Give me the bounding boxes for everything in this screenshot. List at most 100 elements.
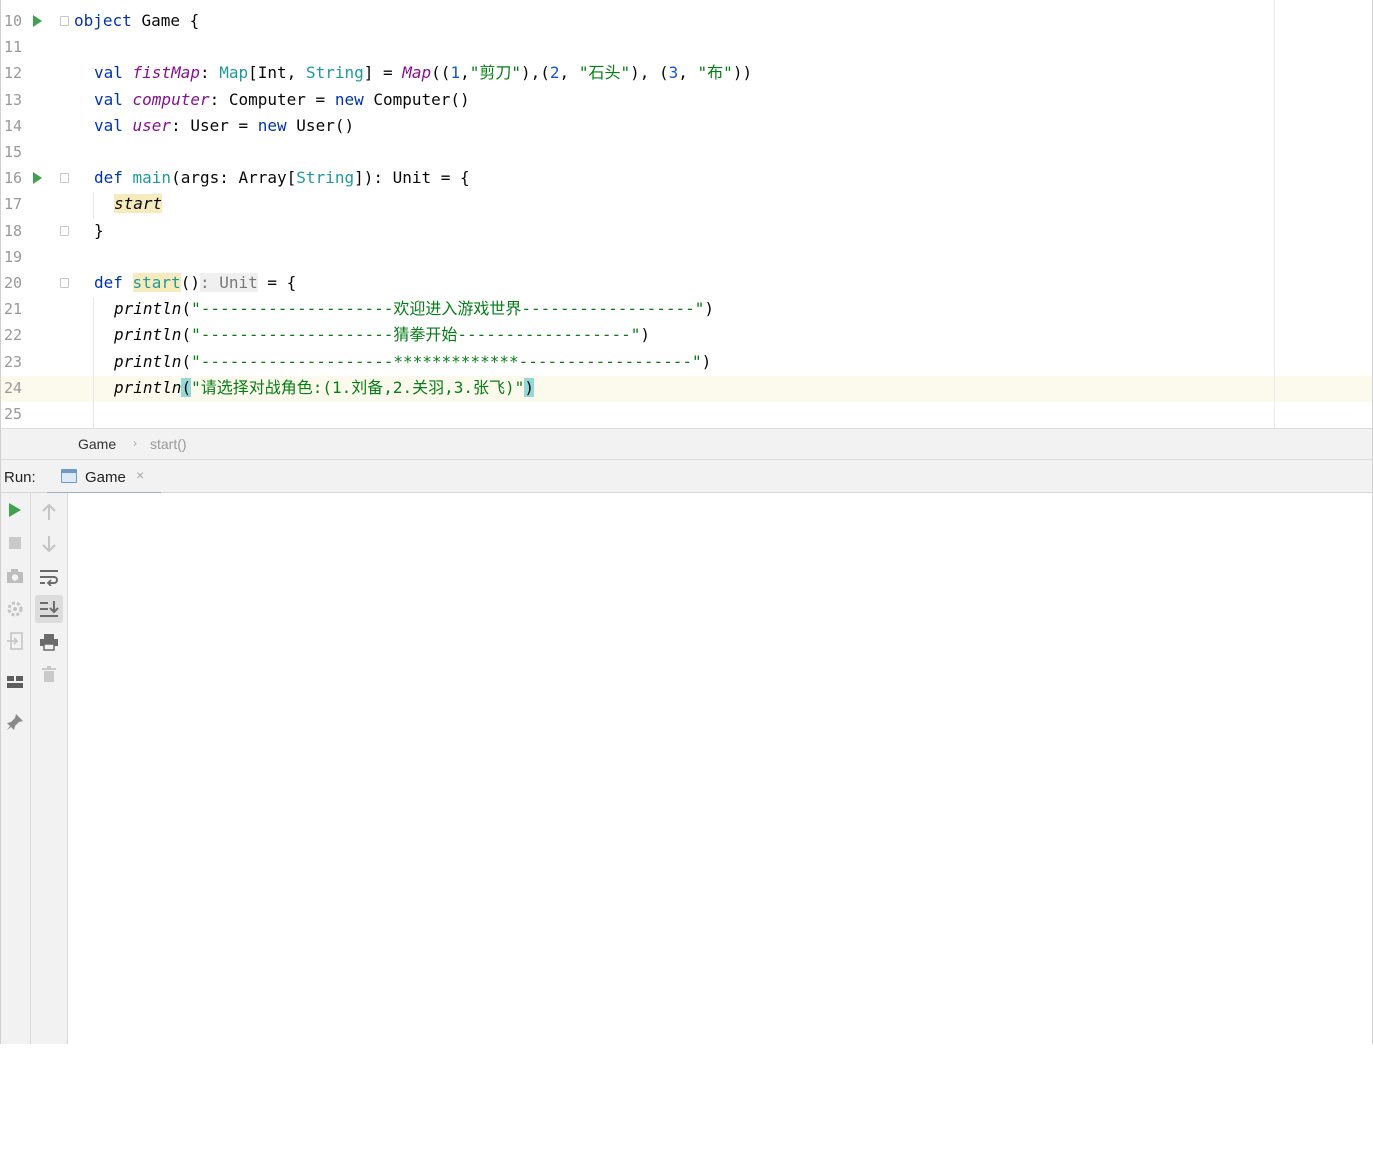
line-number: 13 bbox=[4, 91, 23, 109]
code-token: : Unit bbox=[199, 273, 258, 292]
code-line[interactable]: 15 bbox=[1, 139, 1372, 165]
code-line[interactable]: 21 println("--------------------欢迎进入游戏世界-… bbox=[1, 296, 1372, 322]
code-token: , bbox=[678, 63, 698, 82]
code-token: String bbox=[296, 168, 355, 187]
close-icon[interactable]: × bbox=[136, 467, 144, 483]
code-token: main bbox=[132, 168, 172, 187]
code-token: User() bbox=[296, 116, 355, 135]
code-token: ( bbox=[181, 299, 192, 318]
code-token: start bbox=[132, 273, 181, 292]
code-token: ),( bbox=[521, 63, 550, 82]
code-token: (( bbox=[431, 63, 451, 82]
code-line[interactable]: 11 bbox=[1, 34, 1372, 60]
run-gutter-icon[interactable] bbox=[33, 172, 42, 184]
code-token: new bbox=[257, 116, 297, 135]
code-line[interactable]: 24 println("请选择对战角色:(1.刘备,2.关羽,3.张飞)") bbox=[1, 375, 1372, 401]
code-token: new bbox=[334, 90, 374, 109]
run-title: Run: bbox=[4, 469, 36, 486]
line-number: 21 bbox=[4, 300, 23, 318]
run-gutter-icon[interactable] bbox=[33, 15, 42, 27]
code-editor[interactable]: 10 object Game {11 12 val fistMap: Map[Int,… bbox=[0, 0, 1373, 428]
line-number: 18 bbox=[4, 222, 23, 240]
code-line[interactable]: 23 println("--------------------*********… bbox=[1, 349, 1372, 375]
breadcrumb-item-game[interactable]: Game bbox=[78, 436, 116, 452]
code-line[interactable]: 18} bbox=[1, 218, 1372, 244]
code-line[interactable]: 12 val fistMap: Map[Int, String] = Map((1… bbox=[1, 60, 1372, 86]
code-token: println bbox=[114, 299, 182, 318]
code-line[interactable]: 13 val computer: Computer = new Computer(… bbox=[1, 87, 1372, 113]
code-line[interactable]: 19 bbox=[1, 244, 1372, 270]
code-token: : Computer = bbox=[209, 90, 335, 109]
breadcrumb-item-start[interactable]: start() bbox=[150, 436, 187, 452]
code-text: val computer: Computer = new Computer() bbox=[94, 87, 470, 113]
code-text: def main(args: Array[String]): Unit = { bbox=[94, 165, 470, 191]
code-token: , bbox=[559, 63, 579, 82]
camera-icon[interactable] bbox=[4, 565, 26, 587]
code-token: , bbox=[460, 63, 470, 82]
code-line[interactable]: 16 def main(args: Array[String]): Unit = … bbox=[1, 165, 1372, 191]
code-text: def start(): Unit = { bbox=[94, 270, 296, 296]
code-line[interactable]: 22 println("--------------------猜拳开始-----… bbox=[1, 322, 1372, 348]
code-line[interactable]: 10 object Game { bbox=[1, 8, 1372, 34]
code-token: "--------------------欢迎进入游戏世界-----------… bbox=[191, 299, 705, 318]
layout-icon[interactable] bbox=[4, 671, 26, 693]
fold-icon[interactable] bbox=[60, 173, 69, 183]
code-line[interactable]: 20 def start(): Unit = { bbox=[1, 270, 1372, 296]
fold-icon[interactable] bbox=[60, 278, 69, 288]
fold-icon[interactable] bbox=[60, 16, 69, 26]
rerun-icon[interactable] bbox=[4, 499, 26, 521]
code-token: [Int, bbox=[248, 63, 306, 82]
line-number: 16 bbox=[4, 169, 23, 187]
code-line[interactable]: 17 start bbox=[1, 191, 1372, 217]
code-line[interactable]: 14 val user: User = new User() bbox=[1, 113, 1372, 139]
code-token: 2 bbox=[549, 63, 560, 82]
line-number: 20 bbox=[4, 274, 23, 292]
code-token: def bbox=[94, 168, 133, 187]
code-token: Map bbox=[402, 63, 432, 82]
line-number: 10 bbox=[4, 12, 23, 30]
code-token: String bbox=[305, 63, 364, 82]
line-number: 19 bbox=[4, 248, 23, 266]
code-token: ) bbox=[640, 325, 651, 344]
code-text: println("--------------------***********… bbox=[114, 349, 711, 375]
code-token: ) bbox=[704, 299, 715, 318]
code-token: ]): Unit = { bbox=[354, 168, 470, 187]
code-token: )) bbox=[732, 63, 753, 82]
code-token: println bbox=[114, 378, 182, 397]
run-tab-game[interactable]: Game × bbox=[47, 460, 161, 495]
line-number: 14 bbox=[4, 117, 23, 135]
console-icon bbox=[61, 469, 77, 483]
run-toolbar-left bbox=[0, 493, 31, 1044]
line-number: 11 bbox=[4, 38, 23, 56]
print-icon[interactable] bbox=[38, 631, 60, 653]
code-text: println("--------------------猜拳开始-------… bbox=[114, 322, 650, 348]
code-text: val fistMap: Map[Int, String] = Map((1,"… bbox=[94, 60, 752, 86]
line-number: 15 bbox=[4, 143, 23, 161]
pin-icon[interactable] bbox=[4, 711, 26, 733]
code-token: "--------------------猜拳开始---------------… bbox=[191, 325, 641, 344]
line-number: 24 bbox=[4, 379, 23, 397]
code-text: println("请选择对战角色:(1.刘备,2.关羽,3.张飞)") bbox=[114, 375, 534, 401]
up-arrow-icon[interactable] bbox=[38, 501, 60, 523]
code-token: "剪刀" bbox=[469, 63, 521, 82]
code-token: "请选择对战角色:(1.刘备,2.关羽,3.张飞)" bbox=[191, 378, 525, 397]
code-token: Game { bbox=[141, 11, 200, 30]
restore-layout-icon[interactable] bbox=[4, 630, 26, 652]
code-token: val bbox=[94, 90, 133, 109]
code-token: ) bbox=[701, 352, 712, 371]
stop-icon[interactable] bbox=[4, 532, 26, 554]
scroll-to-end-icon[interactable] bbox=[35, 595, 63, 623]
code-token: computer bbox=[132, 90, 210, 109]
line-number: 25 bbox=[4, 405, 23, 423]
soft-wrap-icon[interactable] bbox=[38, 566, 60, 588]
line-number: 22 bbox=[4, 326, 23, 344]
console-output[interactable] bbox=[68, 493, 1373, 1044]
trash-icon[interactable] bbox=[38, 663, 60, 685]
down-arrow-icon[interactable] bbox=[38, 533, 60, 555]
code-token: : bbox=[199, 63, 220, 82]
code-token: def bbox=[94, 273, 133, 292]
settings-icon[interactable] bbox=[4, 598, 26, 620]
code-line[interactable]: 25 bbox=[1, 401, 1372, 427]
code-token: val bbox=[94, 63, 133, 82]
fold-icon[interactable] bbox=[60, 226, 69, 236]
